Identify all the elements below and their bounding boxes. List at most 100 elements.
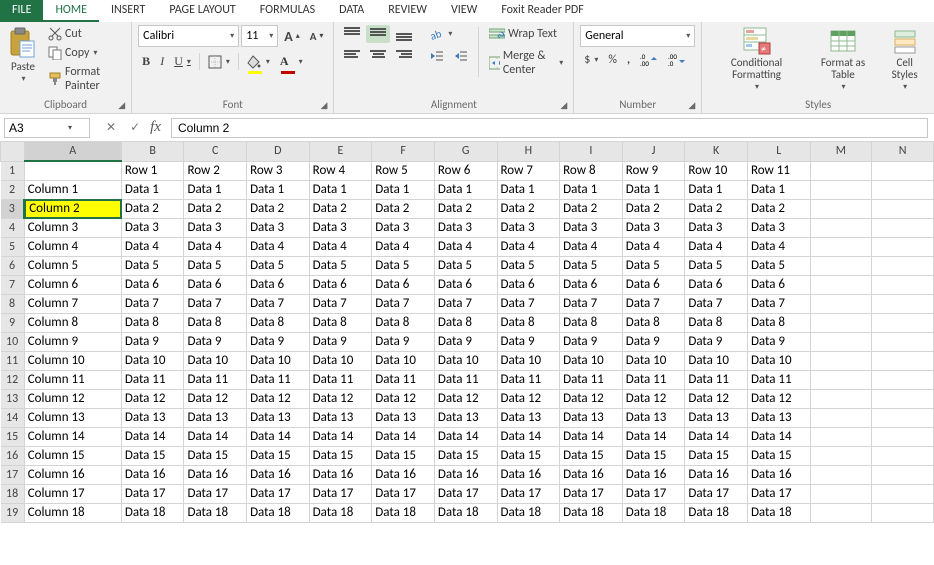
cell-N11[interactable] <box>872 351 934 370</box>
cell-H17[interactable]: Data 16 <box>497 465 560 484</box>
cell-M1[interactable] <box>810 161 872 180</box>
cell-H18[interactable]: Data 17 <box>497 484 560 503</box>
cell-B8[interactable]: Data 7 <box>121 294 184 313</box>
cell-B11[interactable]: Data 10 <box>121 351 184 370</box>
cell-K10[interactable]: Data 9 <box>685 332 748 351</box>
cell-C10[interactable]: Data 9 <box>184 332 247 351</box>
cell-E13[interactable]: Data 12 <box>309 389 372 408</box>
tab-home[interactable]: HOME <box>43 0 99 22</box>
borders-button[interactable]: ▾ <box>204 53 234 71</box>
dec-indent-button[interactable] <box>426 47 448 65</box>
cell-N10[interactable] <box>872 332 934 351</box>
cell-L13[interactable]: Data 12 <box>747 389 810 408</box>
align-bottom-button[interactable] <box>392 25 416 43</box>
cell-J3[interactable]: Data 2 <box>622 199 685 218</box>
merge-center-button[interactable]: Merge & Center▾ <box>485 47 567 79</box>
cell-I11[interactable]: Data 10 <box>560 351 623 370</box>
orientation-button[interactable]: ab▾ <box>426 25 456 43</box>
cell-E4[interactable]: Data 3 <box>309 218 372 237</box>
font-launcher[interactable]: ◢ <box>320 100 327 111</box>
row-header-12[interactable]: 12 <box>1 370 25 389</box>
cell-I18[interactable]: Data 17 <box>560 484 623 503</box>
tab-page-layout[interactable]: PAGE LAYOUT <box>157 0 247 22</box>
cell-L11[interactable]: Data 10 <box>747 351 810 370</box>
col-header-D[interactable]: D <box>247 142 310 161</box>
copy-button[interactable]: Copy ▾ <box>44 44 125 62</box>
col-header-M[interactable]: M <box>810 142 872 161</box>
cell-M7[interactable] <box>810 275 872 294</box>
cell-B3[interactable]: Data 2 <box>121 199 184 218</box>
cell-L19[interactable]: Data 18 <box>747 503 810 522</box>
cell-I12[interactable]: Data 11 <box>560 370 623 389</box>
cell-H6[interactable]: Data 5 <box>497 256 560 275</box>
cell-E12[interactable]: Data 11 <box>309 370 372 389</box>
cell-F12[interactable]: Data 11 <box>372 370 435 389</box>
worksheet[interactable]: ABCDEFGHIJKLMN1Row 1Row 2Row 3Row 4Row 5… <box>0 142 934 565</box>
cell-M15[interactable] <box>810 427 872 446</box>
cell-B12[interactable]: Data 11 <box>121 370 184 389</box>
cell-I17[interactable]: Data 16 <box>560 465 623 484</box>
cell-M12[interactable] <box>810 370 872 389</box>
inc-decimal-button[interactable]: .0.00 <box>636 51 662 69</box>
cell-C6[interactable]: Data 5 <box>184 256 247 275</box>
cell-G13[interactable]: Data 12 <box>434 389 497 408</box>
format-painter-button[interactable]: Format Painter <box>44 63 125 95</box>
cell-D4[interactable]: Data 3 <box>247 218 310 237</box>
cell-M16[interactable] <box>810 446 872 465</box>
cell-A11[interactable]: Column 10 <box>24 351 121 370</box>
col-header-E[interactable]: E <box>309 142 372 161</box>
cell-N9[interactable] <box>872 313 934 332</box>
cell-D17[interactable]: Data 16 <box>247 465 310 484</box>
cell-F13[interactable]: Data 12 <box>372 389 435 408</box>
cell-E2[interactable]: Data 1 <box>309 180 372 199</box>
cell-F16[interactable]: Data 15 <box>372 446 435 465</box>
tab-file[interactable]: FILE <box>0 0 43 22</box>
cell-M14[interactable] <box>810 408 872 427</box>
cell-A10[interactable]: Column 9 <box>24 332 121 351</box>
cell-J16[interactable]: Data 15 <box>622 446 685 465</box>
cell-L12[interactable]: Data 11 <box>747 370 810 389</box>
cell-K16[interactable]: Data 15 <box>685 446 748 465</box>
cell-F2[interactable]: Data 1 <box>372 180 435 199</box>
cell-K1[interactable]: Row 10 <box>685 161 748 180</box>
number-format-input[interactable] <box>585 29 685 43</box>
row-header-13[interactable]: 13 <box>1 389 25 408</box>
cell-B13[interactable]: Data 12 <box>121 389 184 408</box>
cell-C14[interactable]: Data 13 <box>184 408 247 427</box>
cell-N14[interactable] <box>872 408 934 427</box>
cell-I19[interactable]: Data 18 <box>560 503 623 522</box>
cell-D15[interactable]: Data 14 <box>247 427 310 446</box>
cell-L15[interactable]: Data 14 <box>747 427 810 446</box>
cell-H13[interactable]: Data 12 <box>497 389 560 408</box>
cell-K3[interactable]: Data 2 <box>685 199 748 218</box>
cell-C7[interactable]: Data 6 <box>184 275 247 294</box>
alignment-launcher[interactable]: ◢ <box>560 100 567 111</box>
cell-F8[interactable]: Data 7 <box>372 294 435 313</box>
cell-H16[interactable]: Data 15 <box>497 446 560 465</box>
cell-H3[interactable]: Data 2 <box>497 199 560 218</box>
cell-H2[interactable]: Data 1 <box>497 180 560 199</box>
cell-F17[interactable]: Data 16 <box>372 465 435 484</box>
col-header-F[interactable]: F <box>372 142 435 161</box>
cell-J17[interactable]: Data 16 <box>622 465 685 484</box>
cell-D16[interactable]: Data 15 <box>247 446 310 465</box>
cell-F1[interactable]: Row 5 <box>372 161 435 180</box>
align-center-button[interactable] <box>366 47 390 65</box>
cell-G14[interactable]: Data 13 <box>434 408 497 427</box>
cell-A9[interactable]: Column 8 <box>24 313 121 332</box>
cell-I10[interactable]: Data 9 <box>560 332 623 351</box>
format-as-table-button[interactable]: Format as Table▾ <box>809 25 878 94</box>
row-header-2[interactable]: 2 <box>1 180 25 199</box>
align-right-button[interactable] <box>392 47 416 65</box>
cell-K14[interactable]: Data 13 <box>685 408 748 427</box>
cell-A4[interactable]: Column 3 <box>24 218 121 237</box>
cell-K12[interactable]: Data 11 <box>685 370 748 389</box>
cell-L17[interactable]: Data 16 <box>747 465 810 484</box>
cell-K9[interactable]: Data 8 <box>685 313 748 332</box>
cell-E19[interactable]: Data 18 <box>309 503 372 522</box>
cell-G3[interactable]: Data 2 <box>434 199 497 218</box>
cell-K15[interactable]: Data 14 <box>685 427 748 446</box>
cell-K6[interactable]: Data 5 <box>685 256 748 275</box>
cell-C18[interactable]: Data 17 <box>184 484 247 503</box>
cell-C11[interactable]: Data 10 <box>184 351 247 370</box>
